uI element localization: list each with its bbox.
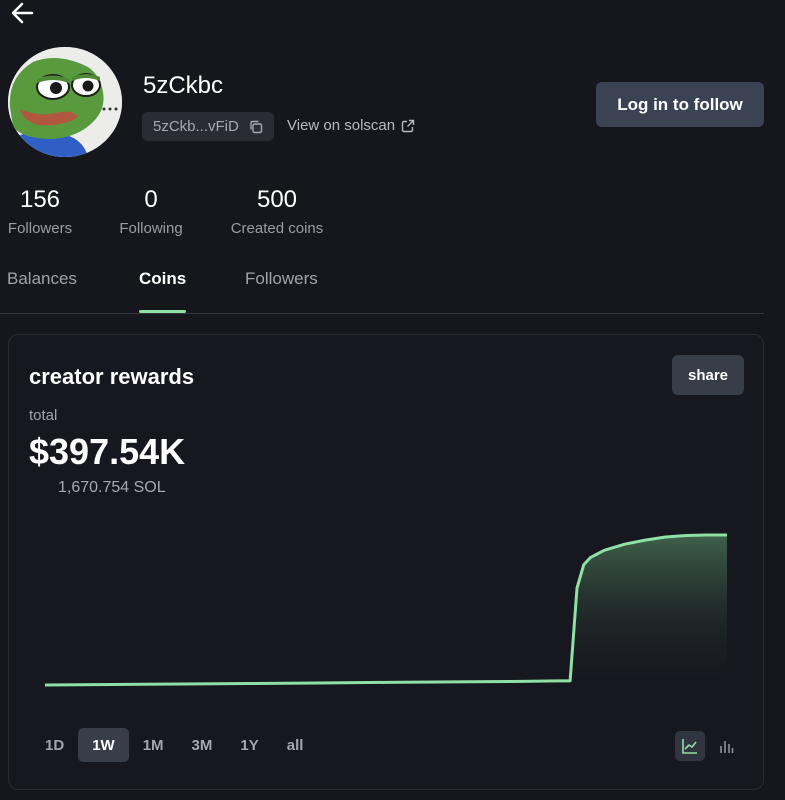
copy-icon[interactable] — [249, 120, 263, 134]
external-link-icon — [401, 119, 415, 132]
tab-balances[interactable]: Balances — [7, 269, 77, 289]
created-coins-count: 500 — [256, 186, 298, 213]
line-chart-icon — [682, 739, 697, 754]
solscan-link[interactable]: View on solscan — [287, 117, 415, 134]
followers-stat[interactable]: 156 Followers — [7, 186, 73, 237]
range-1w-button[interactable]: 1W — [78, 728, 129, 762]
followers-count: 156 — [19, 186, 61, 213]
following-stat[interactable]: 0 Following — [117, 186, 185, 237]
range-all-button[interactable]: all — [273, 728, 318, 762]
profile-tabs: Balances Coins Followers — [0, 258, 764, 314]
address-copy-chip[interactable]: 5zCkb...vFiD — [142, 112, 274, 141]
tab-followers[interactable]: Followers — [245, 269, 318, 289]
followers-label: Followers — [7, 220, 73, 237]
tab-coins[interactable]: Coins — [139, 269, 186, 289]
range-1y-button[interactable]: 1Y — [226, 728, 272, 762]
creator-rewards-card: creator rewards share total $397.54K 1,6… — [8, 334, 764, 790]
chart-view-toggle — [675, 731, 741, 761]
back-arrow-icon[interactable] — [8, 0, 38, 26]
solscan-label: View on solscan — [287, 117, 396, 134]
following-label: Following — [119, 220, 183, 237]
line-chart-view-button[interactable] — [675, 731, 705, 761]
following-count: 0 — [144, 186, 158, 213]
rewards-area-fill — [45, 535, 727, 691]
range-1d-button[interactable]: 1D — [31, 728, 78, 762]
time-range-selector: 1D 1W 1M 3M 1Y all — [31, 728, 317, 762]
username: 5zCkbc — [143, 72, 224, 99]
range-3m-button[interactable]: 3M — [178, 728, 227, 762]
active-tab-indicator — [139, 310, 186, 313]
created-coins-label: Created coins — [230, 220, 324, 237]
bar-chart-view-button[interactable] — [711, 731, 741, 761]
wallet-address: 5zCkb...vFiD — [153, 118, 239, 135]
bar-chart-icon — [720, 741, 734, 753]
rewards-chart — [44, 533, 727, 691]
range-1m-button[interactable]: 1M — [129, 728, 178, 762]
login-to-follow-button[interactable]: Log in to follow — [596, 82, 764, 127]
avatar — [8, 47, 122, 157]
created-coins-stat[interactable]: 500 Created coins — [228, 186, 326, 237]
